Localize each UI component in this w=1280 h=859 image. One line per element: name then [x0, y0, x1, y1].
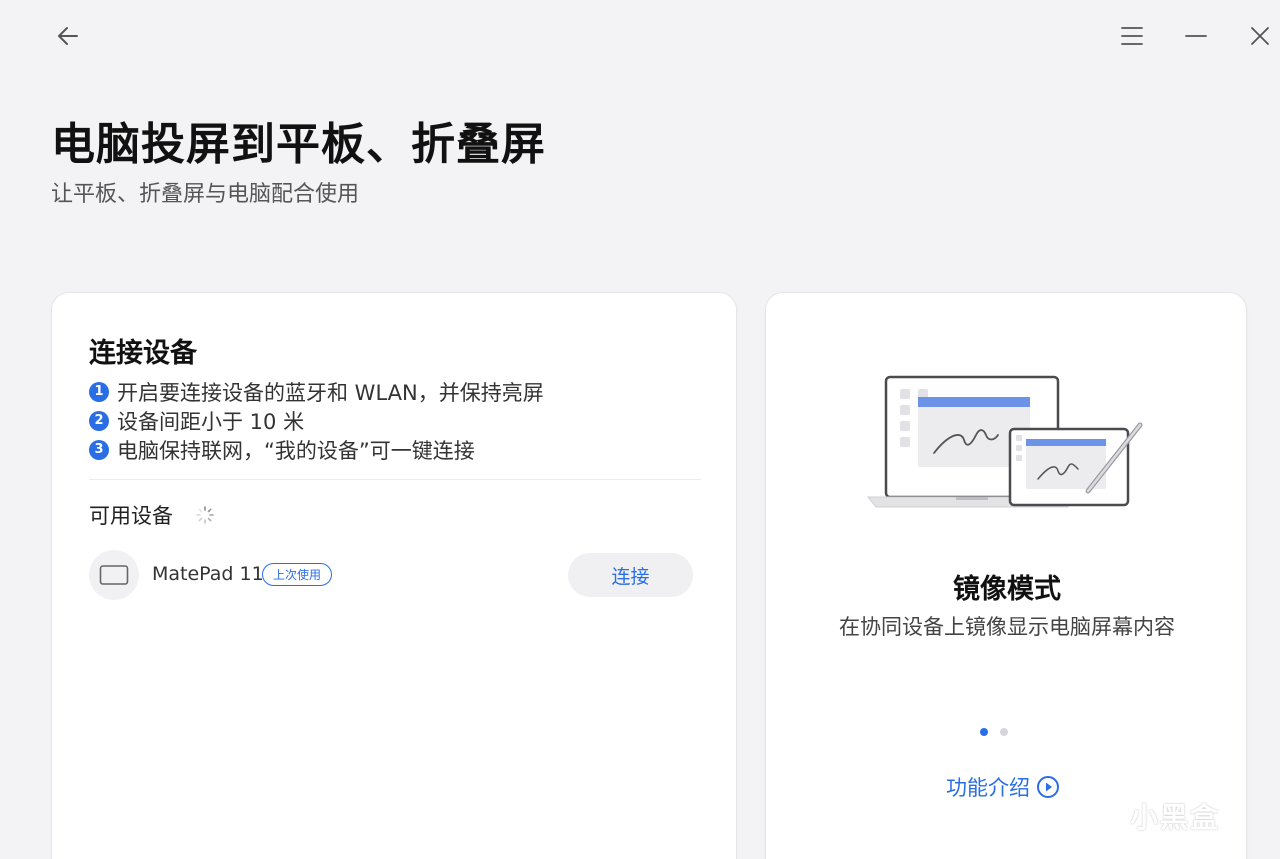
play-circle-icon	[1037, 776, 1059, 798]
mode-title: 镜像模式	[953, 574, 1061, 605]
carousel-indicator	[980, 728, 1020, 738]
page-title: 电脑投屏到平板、折叠屏	[51, 119, 546, 170]
feature-intro-label: 功能介绍	[946, 776, 1030, 800]
divider	[89, 479, 701, 480]
step-item: 3 电脑保持联网，“我的设备”可一键连接	[89, 435, 544, 464]
step-number-badge: 2	[89, 410, 109, 431]
device-name: MatePad 11	[152, 563, 264, 585]
connect-device-card: 连接设备 1 开启要连接设备的蓝牙和 WLAN，并保持亮屏 2 设备间距小于 1…	[51, 292, 737, 859]
step-number-badge: 3	[89, 439, 109, 460]
connect-card-title: 连接设备	[89, 338, 197, 369]
page-subtitle: 让平板、折叠屏与电脑配合使用	[51, 182, 360, 207]
hamburger-menu-icon	[1121, 27, 1143, 45]
watermark-text: 小黑盒	[1130, 801, 1221, 834]
close-button[interactable]	[1242, 18, 1278, 54]
recently-used-badge: 上次使用	[262, 563, 333, 586]
step-text: 开启要连接设备的蓝牙和 WLAN，并保持亮屏	[117, 380, 544, 405]
feature-intro-link[interactable]: 功能介绍	[946, 772, 1060, 802]
step-item: 2 设备间距小于 10 米	[89, 406, 544, 435]
connection-steps: 1 开启要连接设备的蓝牙和 WLAN，并保持亮屏 2 设备间距小于 10 米 3…	[89, 377, 544, 464]
title-bar	[0, 0, 1280, 70]
device-avatar	[89, 550, 139, 600]
mirror-mode-card: 镜像模式 在协同设备上镜像显示电脑屏幕内容 功能介绍	[765, 292, 1247, 859]
available-devices-label: 可用设备	[89, 504, 173, 528]
mirror-mode-illustration	[866, 375, 1143, 508]
carousel-dot[interactable]	[980, 728, 988, 736]
connect-button[interactable]: 连接	[568, 553, 693, 597]
tablet-icon	[99, 565, 129, 585]
minimize-button[interactable]	[1178, 18, 1214, 54]
heybox-logo-icon	[1089, 794, 1127, 838]
watermark: 小黑盒	[1086, 792, 1250, 840]
loading-spinner-icon	[196, 506, 214, 524]
mode-description: 在协同设备上镜像显示电脑屏幕内容	[839, 615, 1175, 639]
step-text: 电脑保持联网，“我的设备”可一键连接	[117, 438, 475, 463]
back-button[interactable]	[50, 18, 86, 54]
arrow-left-icon	[58, 27, 78, 45]
step-text: 设备间距小于 10 米	[117, 409, 305, 434]
close-icon	[1251, 27, 1269, 45]
step-number-badge: 1	[89, 381, 109, 402]
menu-button[interactable]	[1114, 18, 1150, 54]
minimize-icon	[1185, 35, 1207, 37]
carousel-dot[interactable]	[1000, 728, 1008, 736]
step-item: 1 开启要连接设备的蓝牙和 WLAN，并保持亮屏	[89, 377, 544, 406]
device-list-item: MatePad 11 上次使用 连接	[89, 549, 693, 601]
